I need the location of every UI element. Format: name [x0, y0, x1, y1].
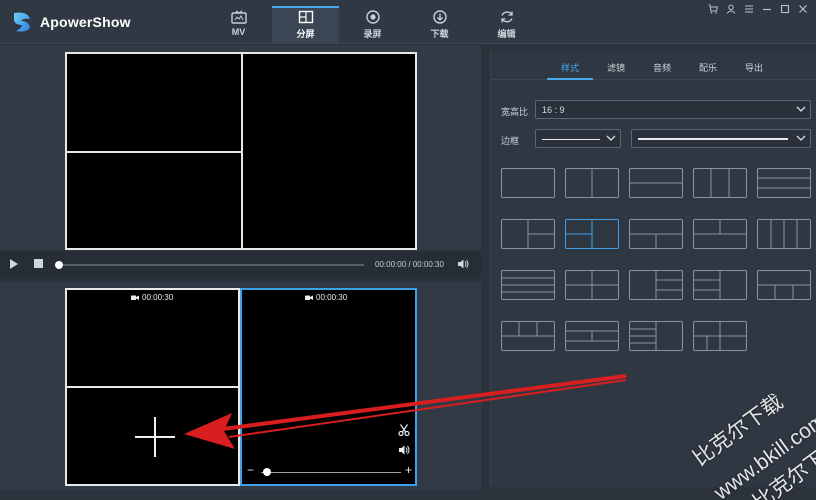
nav-edit-label: 编辑 [497, 29, 516, 39]
progress-knob[interactable] [55, 261, 63, 269]
video-camera-icon [305, 295, 313, 300]
volume-icon[interactable] [457, 258, 469, 270]
layout-tile-7-selected[interactable] [565, 219, 619, 249]
preview-screen [65, 52, 417, 250]
preview-divider-horizontal [67, 151, 242, 153]
layout-tile-17[interactable] [565, 321, 619, 351]
nav-record-label: 录屏 [363, 29, 382, 39]
layout-tile-11[interactable] [501, 270, 555, 300]
layout-tile-18[interactable] [629, 321, 683, 351]
border-style-select[interactable] [535, 129, 621, 148]
layout-tile-15[interactable] [757, 270, 811, 300]
aspect-ratio-value: 16 : 9 [542, 105, 565, 115]
layout-tile-1[interactable] [501, 168, 555, 198]
close-icon[interactable] [796, 3, 810, 15]
chevron-down-icon [606, 135, 616, 141]
minimize-icon[interactable] [760, 3, 774, 15]
maximize-icon[interactable] [778, 3, 792, 15]
volume-minus-icon[interactable]: − [247, 463, 254, 477]
layout-tile-12[interactable] [565, 270, 619, 300]
tab-export[interactable]: 导出 [731, 52, 777, 80]
aspect-ratio-select[interactable]: 16 : 9 [535, 100, 811, 119]
cart-icon[interactable] [706, 3, 720, 15]
nav-split-screen[interactable]: 分屏 [272, 6, 339, 44]
volume-plus-icon[interactable]: + [405, 463, 412, 477]
apowershow-logo-icon [14, 12, 30, 32]
layout-tile-3[interactable] [629, 168, 683, 198]
player-controls: 00:00:00 / 00:00:30 [0, 252, 481, 277]
layout-tile-6[interactable] [501, 219, 555, 249]
app-name: ApowerShow [40, 14, 131, 30]
window-controls [706, 3, 810, 15]
scissors-icon[interactable] [398, 424, 410, 436]
refresh-icon [500, 11, 513, 23]
layout-tile-19[interactable] [693, 321, 747, 351]
editor-frame: 00:00:30 00:00:30 − + [65, 288, 417, 486]
border-width-preview [638, 138, 788, 140]
nav-mv[interactable]: MV [205, 6, 272, 44]
tab-music[interactable]: 配乐 [685, 52, 731, 80]
split-screen-icon [298, 10, 313, 24]
cell-volume-track[interactable] [261, 472, 401, 473]
editor-cell-divider [67, 386, 238, 388]
download-icon [432, 10, 447, 24]
play-icon[interactable] [10, 259, 18, 269]
chevron-down-icon [796, 106, 806, 112]
cell-volume-knob[interactable] [263, 468, 271, 476]
add-media-icon[interactable] [135, 417, 175, 457]
cell-volume-icon[interactable] [398, 444, 410, 456]
layout-tile-9[interactable] [693, 219, 747, 249]
duration-left-text: 00:00:30 [142, 293, 174, 302]
panel-tabs: 样式 滤镜 音频 配乐 导出 [491, 52, 816, 80]
layout-tile-8[interactable] [629, 219, 683, 249]
duration-right-text: 00:00:30 [316, 293, 348, 302]
layout-tile-10[interactable] [757, 219, 811, 249]
nav-record[interactable]: 录屏 [339, 6, 406, 44]
tv-icon [230, 10, 247, 24]
cell-volume-slider[interactable]: − + [247, 463, 415, 478]
border-label: 边框 [501, 136, 520, 146]
split-cell-left[interactable]: 00:00:30 [65, 288, 240, 486]
timecode: 00:00:00 / 00:00:30 [375, 260, 444, 269]
chevron-down-icon [796, 135, 806, 141]
layout-tile-4[interactable] [693, 168, 747, 198]
tab-style[interactable]: 样式 [547, 52, 593, 80]
tab-audio[interactable]: 音频 [639, 52, 685, 80]
stop-icon[interactable] [34, 259, 43, 268]
duration-right: 00:00:30 [305, 293, 347, 302]
main-nav: MV 分屏 录屏 下载 编辑 [205, 6, 540, 44]
border-width-select[interactable] [631, 129, 811, 148]
menu-icon[interactable] [742, 3, 756, 15]
progress-track[interactable] [58, 264, 364, 266]
nav-mv-label: MV [231, 27, 246, 37]
layout-tile-14[interactable] [693, 270, 747, 300]
duration-left: 00:00:30 [131, 293, 173, 302]
nav-download[interactable]: 下载 [406, 6, 473, 44]
split-cell-right[interactable]: 00:00:30 − + [240, 288, 417, 486]
user-icon[interactable] [724, 3, 738, 15]
nav-split-label: 分屏 [296, 29, 315, 39]
tab-filter[interactable]: 滤镜 [593, 52, 639, 80]
layout-tile-2[interactable] [565, 168, 619, 198]
title-bar: ApowerShow MV 分屏 录屏 下载 编辑 [0, 0, 816, 44]
video-camera-icon [131, 295, 139, 300]
nav-download-label: 下载 [430, 29, 449, 39]
aspect-ratio-label: 宽高比 [501, 107, 529, 117]
layout-tile-5[interactable] [757, 168, 811, 198]
layout-tile-16[interactable] [501, 321, 555, 351]
record-icon [365, 10, 380, 24]
nav-edit[interactable]: 编辑 [473, 6, 540, 44]
layout-tile-13[interactable] [629, 270, 683, 300]
border-style-preview [542, 139, 600, 140]
